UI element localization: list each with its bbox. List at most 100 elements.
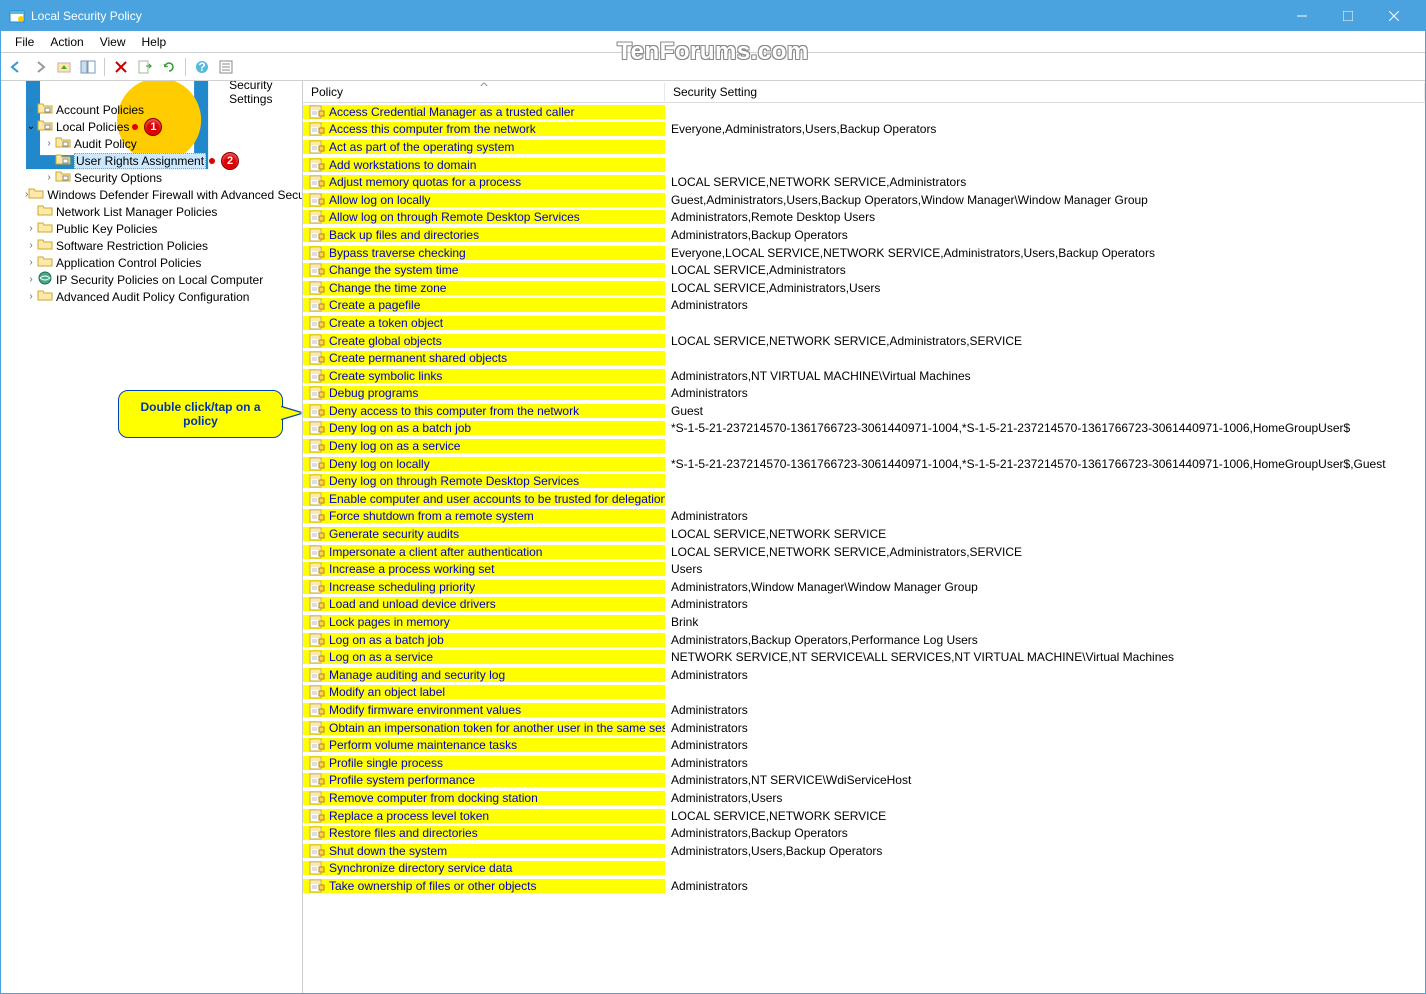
policy-row[interactable]: Take ownership of files or other objects… <box>303 877 1425 895</box>
tree-item[interactable]: ›IP Security Policies on Local Computer <box>3 271 300 288</box>
back-button[interactable] <box>5 56 27 78</box>
policy-row[interactable]: Access Credential Manager as a trusted c… <box>303 103 1425 121</box>
policy-row[interactable]: Allow log on locallyGuest,Administrators… <box>303 191 1425 209</box>
policy-name-cell: Create a pagefile <box>303 298 665 312</box>
policy-row[interactable]: Lock pages in memoryBrink <box>303 613 1425 631</box>
policy-row[interactable]: Manage auditing and security logAdminist… <box>303 666 1425 684</box>
security-setting-cell: Administrators,NT SERVICE\WdiServiceHost <box>665 773 1425 787</box>
minimize-button[interactable] <box>1279 1 1325 31</box>
policy-name-cell: Lock pages in memory <box>303 615 665 629</box>
menu-help[interactable]: Help <box>134 33 175 51</box>
caret-icon[interactable]: › <box>25 291 37 302</box>
policy-row[interactable]: Increase a process working setUsers <box>303 560 1425 578</box>
policy-icon <box>309 721 325 735</box>
tree-item[interactable]: ⌄Local Policies1 <box>3 118 300 135</box>
policy-row[interactable]: Create global objectsLOCAL SERVICE,NETWO… <box>303 332 1425 350</box>
policy-row[interactable]: Adjust memory quotas for a processLOCAL … <box>303 173 1425 191</box>
policy-icon <box>309 633 325 647</box>
policy-row[interactable]: Create a token object <box>303 314 1425 332</box>
policy-row[interactable]: Deny access to this computer from the ne… <box>303 402 1425 420</box>
column-security-setting[interactable]: Security Setting <box>665 83 1425 101</box>
properties-button[interactable] <box>215 56 237 78</box>
tree-item[interactable]: ›Windows Defender Firewall with Advanced… <box>3 186 300 203</box>
policy-row[interactable]: Increase scheduling priorityAdministrato… <box>303 578 1425 596</box>
policy-row[interactable]: Perform volume maintenance tasksAdminist… <box>303 736 1425 754</box>
column-policy[interactable]: Policy <box>303 83 665 101</box>
policy-row[interactable]: Create permanent shared objects <box>303 349 1425 367</box>
caret-icon[interactable]: › <box>25 104 37 115</box>
menu-file[interactable]: File <box>7 33 42 51</box>
policy-icon <box>309 509 325 523</box>
policy-row[interactable]: Impersonate a client after authenticatio… <box>303 543 1425 561</box>
policy-row[interactable]: Deny log on as a batch job*S-1-5-21-2372… <box>303 420 1425 438</box>
policy-row[interactable]: Act as part of the operating system <box>303 138 1425 156</box>
refresh-button[interactable] <box>158 56 180 78</box>
policy-row[interactable]: Change the time zoneLOCAL SERVICE,Admini… <box>303 279 1425 297</box>
policy-row[interactable]: Force shutdown from a remote systemAdmin… <box>303 508 1425 526</box>
policy-row[interactable]: Access this computer from the networkEve… <box>303 121 1425 139</box>
forward-button[interactable] <box>29 56 51 78</box>
policy-row[interactable]: Bypass traverse checkingEveryone,LOCAL S… <box>303 244 1425 262</box>
policy-row[interactable]: Replace a process level tokenLOCAL SERVI… <box>303 807 1425 825</box>
delete-button[interactable] <box>110 56 132 78</box>
help-button[interactable]: ? <box>191 56 213 78</box>
list-body[interactable]: Access Credential Manager as a trusted c… <box>303 103 1425 993</box>
policy-name-cell: Deny log on through Remote Desktop Servi… <box>303 474 665 488</box>
tree-item[interactable]: ›Public Key Policies <box>3 220 300 237</box>
caret-icon[interactable]: › <box>25 240 37 251</box>
caret-icon[interactable]: › <box>25 274 37 285</box>
caret-icon[interactable]: › <box>25 257 37 268</box>
policy-icon <box>309 773 325 787</box>
policy-row[interactable]: Change the system timeLOCAL SERVICE,Admi… <box>303 261 1425 279</box>
policy-row[interactable]: Deny log on through Remote Desktop Servi… <box>303 472 1425 490</box>
policy-row[interactable]: Back up files and directoriesAdministrat… <box>303 226 1425 244</box>
maximize-button[interactable] <box>1325 1 1371 31</box>
policy-row[interactable]: Generate security auditsLOCAL SERVICE,NE… <box>303 525 1425 543</box>
policy-icon <box>309 685 325 699</box>
security-setting-cell: Everyone,LOCAL SERVICE,NETWORK SERVICE,A… <box>665 246 1425 260</box>
policy-row[interactable]: Profile system performanceAdministrators… <box>303 772 1425 790</box>
caret-icon[interactable]: › <box>43 172 55 183</box>
policy-row[interactable]: Obtain an impersonation token for anothe… <box>303 719 1425 737</box>
policy-row[interactable]: Restore files and directoriesAdministrat… <box>303 824 1425 842</box>
policy-name: Increase a process working set <box>329 562 494 576</box>
show-hide-tree-button[interactable] <box>77 56 99 78</box>
caret-icon[interactable]: › <box>43 138 55 149</box>
policy-row[interactable]: Remove computer from docking stationAdmi… <box>303 789 1425 807</box>
up-button[interactable] <box>53 56 75 78</box>
security-setting-cell: Administrators,Users,Backup Operators <box>665 844 1425 858</box>
policy-name-cell: Create symbolic links <box>303 369 665 383</box>
policy-name: Load and unload device drivers <box>329 597 496 611</box>
policy-row[interactable]: Profile single processAdministrators <box>303 754 1425 772</box>
policy-row[interactable]: Deny log on as a service <box>303 437 1425 455</box>
close-button[interactable] <box>1371 1 1417 31</box>
menu-action[interactable]: Action <box>42 33 91 51</box>
tree-item-label: Security Options <box>74 171 162 185</box>
policy-row[interactable]: Shut down the systemAdministrators,Users… <box>303 842 1425 860</box>
tree-item[interactable]: ›Advanced Audit Policy Configuration <box>3 288 300 305</box>
export-button[interactable] <box>134 56 156 78</box>
policy-row[interactable]: Log on as a serviceNETWORK SERVICE,NT SE… <box>303 648 1425 666</box>
menu-view[interactable]: View <box>92 33 134 51</box>
policy-name-cell: Add workstations to domain <box>303 158 665 172</box>
policy-row[interactable]: Log on as a batch jobAdministrators,Back… <box>303 631 1425 649</box>
policy-row[interactable]: Load and unload device driversAdministra… <box>303 596 1425 614</box>
policy-row[interactable]: Modify an object label <box>303 684 1425 702</box>
policy-row[interactable]: Create symbolic linksAdministrators,NT V… <box>303 367 1425 385</box>
tree-item[interactable]: Network List Manager Policies <box>3 203 300 220</box>
policy-row[interactable]: Create a pagefileAdministrators <box>303 297 1425 315</box>
tree-pane[interactable]: Security Settings ›Account Policies⌄Loca… <box>1 81 303 993</box>
policy-row[interactable]: Modify firmware environment valuesAdmini… <box>303 701 1425 719</box>
policy-row[interactable]: Synchronize directory service data <box>303 860 1425 878</box>
titlebar[interactable]: Local Security Policy <box>1 1 1425 31</box>
policy-row[interactable]: Enable computer and user accounts to be … <box>303 490 1425 508</box>
caret-icon[interactable]: ⌄ <box>25 121 37 132</box>
tree-item[interactable]: ›Application Control Policies <box>3 254 300 271</box>
tree-root[interactable]: Security Settings <box>3 83 300 101</box>
tree-item[interactable]: ›Software Restriction Policies <box>3 237 300 254</box>
policy-row[interactable]: Allow log on through Remote Desktop Serv… <box>303 209 1425 227</box>
policy-row[interactable]: Add workstations to domain <box>303 156 1425 174</box>
policy-row[interactable]: Deny log on locally*S-1-5-21-237214570-1… <box>303 455 1425 473</box>
policy-row[interactable]: Debug programsAdministrators <box>303 385 1425 403</box>
caret-icon[interactable]: › <box>25 223 37 234</box>
